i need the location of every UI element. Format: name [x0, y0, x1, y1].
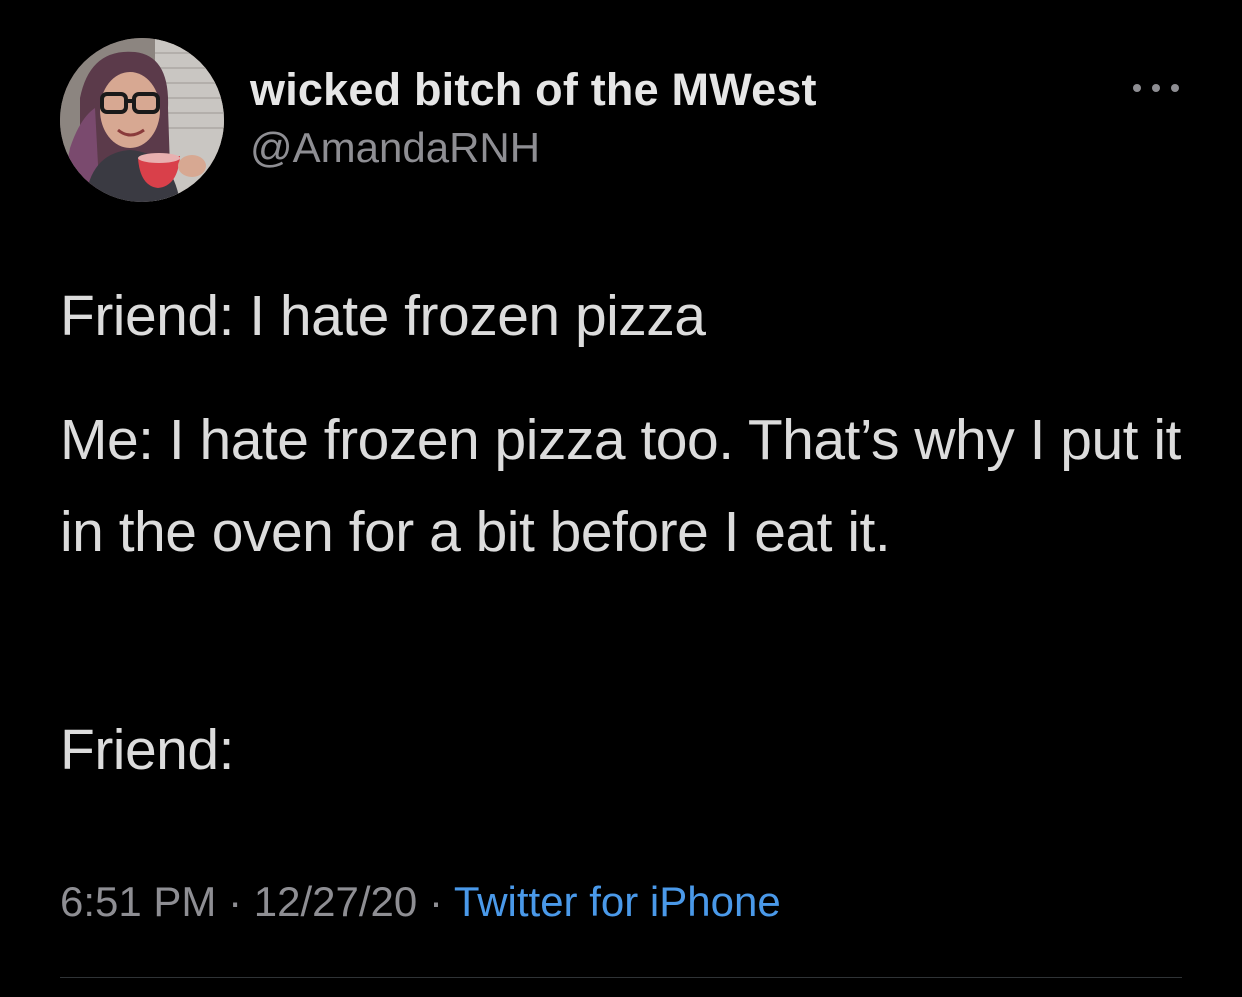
- meta-separator: ·: [228, 878, 243, 925]
- avatar-photo: [60, 38, 224, 202]
- tweet-paragraph: Me: I hate frozen pizza too. That’s why …: [60, 408, 1181, 564]
- tweet-date[interactable]: 12/27/20: [254, 878, 418, 925]
- user-handle[interactable]: @AmandaRNH: [250, 124, 540, 172]
- tweet-paragraph: Friend:: [60, 718, 234, 782]
- meta-separator: ·: [428, 878, 443, 925]
- tweet-meta: 6:51 PM · 12/27/20 · Twitter for iPhone: [60, 878, 781, 926]
- display-name[interactable]: wicked bitch of the MWest: [250, 64, 817, 116]
- divider: [60, 977, 1182, 978]
- avatar[interactable]: [60, 38, 224, 202]
- tweet-time[interactable]: 6:51 PM: [60, 878, 216, 925]
- tweet-card: wicked bitch of the MWest @AmandaRNH Fri…: [0, 0, 1242, 997]
- tweet-paragraph: Friend: I hate frozen pizza: [60, 284, 706, 348]
- more-horizontal-icon[interactable]: [1130, 78, 1182, 98]
- tweet-source-link[interactable]: Twitter for iPhone: [454, 878, 781, 925]
